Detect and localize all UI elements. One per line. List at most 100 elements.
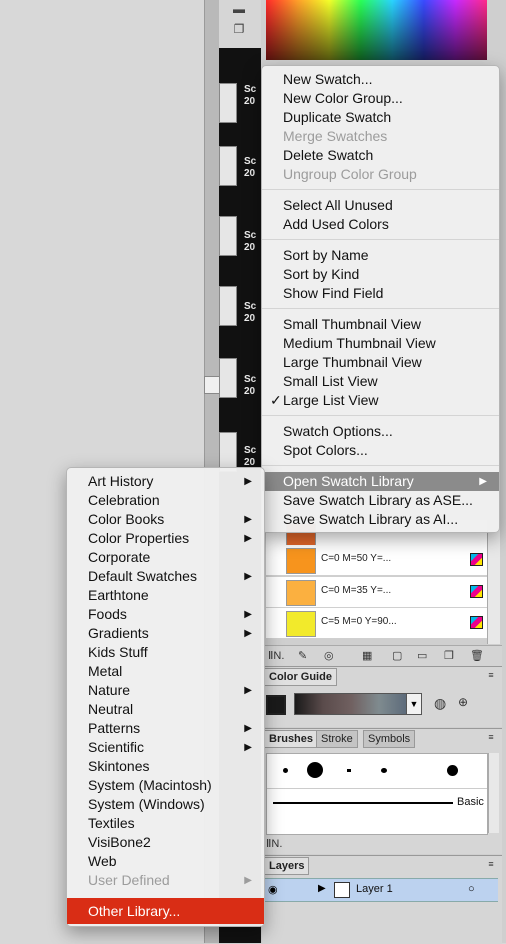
menu-item-sort-by-kind[interactable]: Sort by Kind (262, 265, 499, 284)
library-item-system-windows[interactable]: System (Windows) (67, 795, 264, 814)
menu-item-duplicate-swatch[interactable]: Duplicate Swatch (262, 108, 499, 127)
menu-item-spot-colors[interactable]: Spot Colors... (262, 441, 499, 460)
menu-item-label: Color Properties (88, 530, 190, 546)
menu-item-small-list-view[interactable]: Small List View (262, 372, 499, 391)
library-item-foods[interactable]: Foods ▶ (67, 605, 264, 624)
process-color-icon (470, 616, 483, 629)
submenu-arrow-icon: ▶ (479, 476, 487, 487)
menu-item-add-used-colors[interactable]: Add Used Colors (262, 215, 499, 234)
scroll-knob[interactable] (204, 376, 220, 394)
menu-item-label: Open Swatch Library (283, 473, 414, 489)
harmony-colors-bar[interactable] (294, 693, 408, 715)
library-item-earthtone[interactable]: Earthtone (67, 586, 264, 605)
tab-layers[interactable]: Layers (264, 857, 310, 875)
menu-item-sort-by-name[interactable]: Sort by Name (262, 246, 499, 265)
menu-item-label: Gradients (88, 625, 149, 641)
swatch-row[interactable]: C=0 M=50 Y=... (266, 545, 487, 576)
swatch-options-icon[interactable]: ◎ (324, 649, 334, 662)
library-item-textiles[interactable]: Textiles (67, 814, 264, 833)
menu-item-delete-swatch[interactable]: Delete Swatch (262, 146, 499, 165)
chevron-down-icon[interactable]: ▼ (406, 693, 422, 715)
brush-dot[interactable] (307, 762, 323, 778)
library-item-corporate[interactable]: Corporate (67, 548, 264, 567)
menu-item-medium-thumbnail-view[interactable]: Medium Thumbnail View (262, 334, 499, 353)
base-color-swatch[interactable] (266, 695, 286, 715)
swatch-scrollbar[interactable] (487, 530, 500, 644)
new-color-group-icon[interactable]: ▦ (362, 649, 372, 662)
save-group-icon[interactable]: ⊕ (458, 695, 468, 709)
trash-icon[interactable]: 🗑 (470, 649, 484, 662)
swatch-row[interactable]: C=5 M=0 Y=90... (266, 608, 487, 639)
brush-dot[interactable] (381, 768, 387, 773)
library-item-color-books[interactable]: Color Books ▶ (67, 510, 264, 529)
menu-item-new-swatch[interactable]: New Swatch... (262, 70, 499, 89)
panel-menu-icon[interactable]: ≡ (484, 732, 498, 744)
menu-item-label: Foods (88, 606, 127, 622)
tab-stroke[interactable]: Stroke (316, 730, 358, 748)
library-item-metal[interactable]: Metal (67, 662, 264, 681)
layer-row[interactable]: ◉ ▶ Layer 1 ○ (262, 878, 498, 902)
menu-item-large-thumbnail-view[interactable]: Large Thumbnail View (262, 353, 499, 372)
library-item-skintones[interactable]: Skintones (67, 757, 264, 776)
brush-libraries-icon[interactable]: ⅡN. (266, 837, 282, 850)
process-color-icon (470, 585, 483, 598)
library-item-kids-stuff[interactable]: Kids Stuff (67, 643, 264, 662)
menu-item-show-find-field[interactable]: Show Find Field (262, 284, 499, 303)
menu-item-save-ase[interactable]: Save Swatch Library as ASE... (262, 491, 499, 510)
basic-brush-stroke[interactable] (273, 802, 453, 804)
expand-triangle-icon[interactable]: ▶ (318, 883, 326, 894)
document-thumbnail[interactable] (219, 432, 237, 472)
arrange-icon[interactable]: ❐ (229, 22, 249, 36)
menu-item-save-ai[interactable]: Save Swatch Library as AI... (262, 510, 499, 529)
brush-dot[interactable] (347, 769, 351, 772)
library-item-patterns[interactable]: Patterns ▶ (67, 719, 264, 738)
show-kinds-icon[interactable]: ✎ (298, 649, 307, 662)
library-item-gradients[interactable]: Gradients ▶ (67, 624, 264, 643)
menu-item-new-color-group[interactable]: New Color Group... (262, 89, 499, 108)
library-item-visibone2[interactable]: VisiBone2 (67, 833, 264, 852)
library-item-other-library[interactable]: Other Library... (67, 898, 264, 924)
menu-item-swatch-options[interactable]: Swatch Options... (262, 422, 499, 441)
tab-color-guide[interactable]: Color Guide (264, 668, 337, 686)
submenu-arrow-icon: ▶ (244, 723, 252, 734)
menu-item-label: Patterns (88, 720, 141, 736)
color-spectrum[interactable] (266, 0, 487, 60)
menu-item-open-swatch-library[interactable]: Open Swatch Library ▶ (262, 472, 499, 491)
library-item-art-history[interactable]: Art History ▶ (67, 472, 264, 491)
menu-item-large-list-view[interactable]: ✓ Large List View (262, 391, 499, 410)
document-thumbnail[interactable] (219, 146, 237, 186)
submenu-arrow-icon: ▶ (244, 609, 252, 620)
menu-item-merge-swatches: Merge Swatches (283, 128, 388, 144)
folder-icon[interactable]: ▭ (417, 649, 427, 662)
align-icon[interactable]: ▬ (229, 2, 249, 16)
library-item-celebration[interactable]: Celebration (67, 491, 264, 510)
document-thumbnail[interactable] (219, 83, 237, 123)
document-thumbnail[interactable] (219, 216, 237, 256)
eye-icon[interactable]: ◉ (268, 883, 278, 896)
target-circle-icon[interactable]: ○ (468, 883, 475, 895)
folder-icon[interactable]: ▢ (392, 649, 402, 662)
tab-brushes[interactable]: Brushes (264, 730, 319, 748)
edit-colors-icon[interactable]: ◍ (434, 695, 446, 712)
library-item-color-properties[interactable]: Color Properties ▶ (67, 529, 264, 548)
brush-scrollbar[interactable] (488, 753, 499, 833)
document-thumbnail[interactable] (219, 286, 237, 326)
submenu-arrow-icon: ▶ (244, 571, 252, 582)
panel-menu-icon[interactable]: ≡ (484, 670, 498, 682)
brush-dot[interactable] (447, 765, 458, 776)
swatch-libraries-icon[interactable]: ⅡN. (268, 649, 284, 662)
panel-menu-icon[interactable]: ≡ (484, 859, 498, 871)
library-item-web[interactable]: Web (67, 852, 264, 871)
new-swatch-icon[interactable]: ❐ (444, 649, 454, 662)
swatch-row[interactable]: C=0 M=35 Y=... (266, 577, 487, 608)
library-item-system-macintosh[interactable]: System (Macintosh) (67, 776, 264, 795)
document-thumbnail[interactable] (219, 358, 237, 398)
library-item-scientific[interactable]: Scientific ▶ (67, 738, 264, 757)
library-item-nature[interactable]: Nature ▶ (67, 681, 264, 700)
library-item-neutral[interactable]: Neutral (67, 700, 264, 719)
tab-symbols[interactable]: Symbols (363, 730, 416, 748)
library-item-default-swatches[interactable]: Default Swatches ▶ (67, 567, 264, 586)
menu-item-select-all-unused[interactable]: Select All Unused (262, 196, 499, 215)
brush-dot[interactable] (283, 768, 288, 773)
menu-item-small-thumbnail-view[interactable]: Small Thumbnail View (262, 315, 499, 334)
